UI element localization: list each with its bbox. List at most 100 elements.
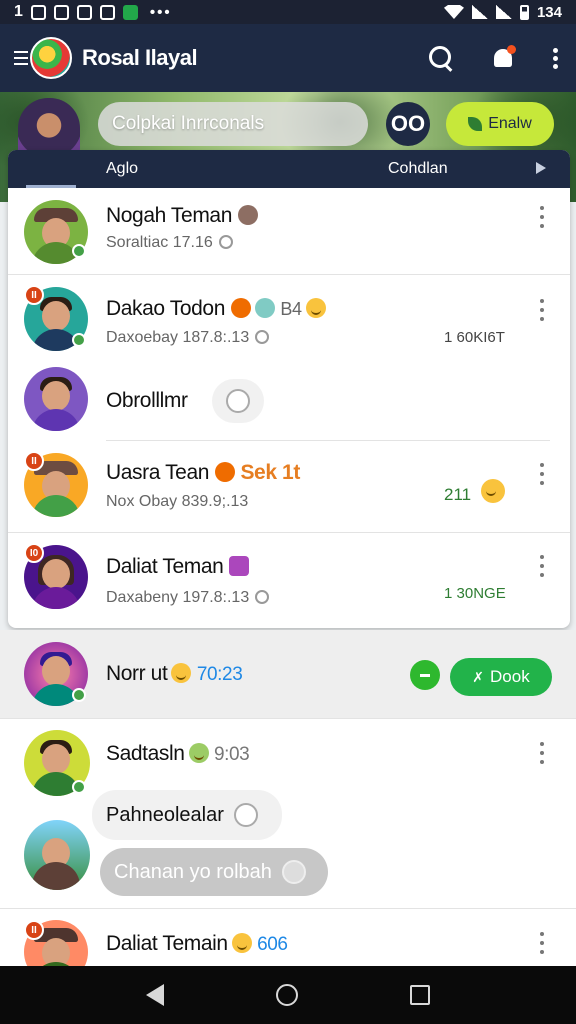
contact-time: 9:03	[213, 744, 250, 765]
chat-list: Norr ut 70:23 ✗ Dook Sadtasln 9:03 Pahne…	[0, 630, 576, 984]
green-app-icon	[122, 4, 138, 20]
more-options-icon[interactable]	[552, 46, 558, 70]
list-item-highlighted[interactable]: Norr ut 70:23 ✗ Dook	[0, 630, 576, 718]
avatar	[24, 367, 88, 431]
status-bar: 1 ••• 134	[0, 0, 576, 24]
enable-button-label: Enalw	[488, 115, 532, 132]
row-options-icon[interactable]	[539, 463, 545, 485]
call-icon[interactable]	[410, 660, 440, 690]
list-item[interactable]: Nogah Teman Soraltiac 17.16	[8, 188, 570, 274]
meta-text: 211	[444, 485, 472, 504]
message-icon	[53, 4, 69, 20]
tab-scroll-arrow-icon[interactable]	[536, 162, 546, 174]
badge-icon: I0	[24, 543, 44, 563]
recent-apps-icon[interactable]	[410, 985, 430, 1005]
face-icon	[254, 298, 275, 318]
search-input[interactable]: Colpkai Inrrconals	[98, 102, 368, 146]
contact-name: Daliat Temain	[106, 932, 228, 955]
infinity-button[interactable]: OO	[386, 102, 430, 146]
app-icon	[76, 4, 92, 20]
contact-time: 70:23	[196, 664, 243, 685]
smile-icon	[171, 663, 192, 683]
list-item[interactable]: II Uasra Tean Sek 1t Nox Obay 839.9;.13 …	[8, 441, 570, 531]
chat-card: Aglo Cohdlan Nogah Teman Soraltiac 17.16…	[8, 150, 570, 628]
divider	[0, 908, 576, 909]
overflow-icon: •••	[149, 3, 172, 21]
app-bar: Rosal Ilayal	[0, 24, 576, 92]
battery-icon	[519, 4, 529, 20]
book-button-label: Dook	[490, 667, 530, 686]
online-indicator	[72, 333, 86, 347]
menu-icon[interactable]	[14, 51, 28, 65]
book-button[interactable]: ✗ Dook	[450, 658, 552, 696]
message-bubble[interactable]: Chanan yo rolbah	[100, 848, 328, 896]
emoji-icon	[226, 389, 250, 413]
clock-icon	[218, 235, 233, 249]
smile-icon	[305, 298, 326, 318]
badge-icon: II	[24, 451, 44, 471]
row-options-icon[interactable]	[539, 299, 545, 321]
online-indicator	[72, 688, 86, 702]
badge-icon: II	[24, 920, 44, 940]
status-time: 134	[536, 3, 562, 21]
notification-icon	[30, 4, 46, 20]
gift-icon	[229, 556, 250, 576]
row-options-icon[interactable]	[539, 206, 545, 228]
status-notification-count: 1	[14, 3, 23, 20]
message-text: Chanan yo rolbah	[114, 860, 272, 883]
book-icon: ✗	[472, 668, 485, 685]
list-item[interactable]: Obrolllmr	[8, 367, 570, 439]
signal-2-icon	[495, 5, 512, 19]
app-title: Rosal Ilayal	[82, 45, 198, 70]
list-item[interactable]: I0 Daliat Teman Daxabeny 197.8:.13 1 30N…	[8, 533, 570, 628]
wifi-icon	[443, 5, 464, 19]
notifications-icon[interactable]	[490, 45, 516, 71]
meta-text: 1 30NGE	[444, 585, 506, 602]
avatar	[24, 820, 90, 890]
message-text: Pahneolealar	[106, 803, 224, 826]
online-indicator	[72, 780, 86, 794]
contact-name-extra: Sek 1t	[240, 461, 300, 484]
smile-icon	[231, 933, 252, 953]
contact-name: Norr ut	[106, 662, 168, 685]
contact-name: Dakao Todon	[106, 297, 225, 320]
contact-time: 606	[257, 934, 288, 955]
back-icon[interactable]	[146, 984, 164, 1006]
tag-icon	[230, 298, 251, 318]
heart-icon	[237, 205, 258, 225]
contact-name: Uasra Tean	[106, 461, 210, 484]
emoji-icon	[281, 860, 306, 884]
leaf-icon	[468, 117, 483, 131]
document-icon	[99, 4, 115, 20]
contact-subtitle: Nox Obay 839.9;.13	[106, 493, 249, 510]
search-icon[interactable]	[428, 45, 454, 71]
contact-subtitle: Soraltiac 17.16	[106, 234, 213, 251]
smile-icon	[188, 743, 209, 763]
contact-name: Nogah Teman	[106, 204, 232, 227]
contact-name: Daliat Teman	[106, 555, 224, 578]
meta-text: 1 60KI6T	[444, 329, 505, 346]
tab-bar: Aglo Cohdlan	[8, 150, 570, 188]
typing-bubble	[212, 379, 264, 423]
system-nav-bar	[0, 966, 576, 1024]
divider	[0, 718, 576, 719]
app-logo	[30, 37, 72, 79]
contact-subtitle: Daxoebay 187.8:.13	[106, 329, 250, 346]
contact-subtitle: Daxabeny 197.8:.13	[106, 589, 250, 606]
smile-icon	[481, 479, 506, 503]
row-options-icon[interactable]	[539, 742, 545, 764]
tab-cohdlan[interactable]: Cohdlan	[388, 150, 448, 188]
contact-name-extra: B4	[280, 299, 302, 319]
contact-name: Obrolllmr	[106, 389, 188, 412]
enable-button[interactable]: Enalw	[446, 102, 554, 146]
emoji-icon	[233, 803, 258, 827]
message-bubble[interactable]: Pahneolealar	[92, 790, 282, 840]
clock-icon	[255, 330, 270, 344]
badge-icon: II	[24, 285, 44, 305]
tab-aglo[interactable]: Aglo	[106, 150, 176, 188]
row-options-icon[interactable]	[539, 932, 545, 954]
list-item[interactable]: II Dakao Todon B4 Daxoebay 187.8:.13 1 6…	[8, 275, 570, 367]
online-indicator	[72, 244, 86, 258]
home-icon[interactable]	[276, 984, 298, 1006]
row-options-icon[interactable]	[539, 555, 545, 577]
